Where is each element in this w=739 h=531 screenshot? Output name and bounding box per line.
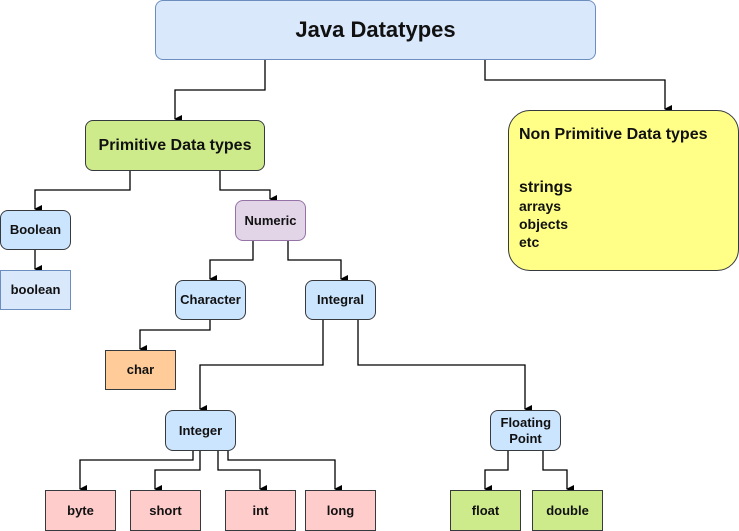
character-category-node: Character	[175, 280, 246, 320]
primitive-data-types-label: Primitive Data types	[98, 136, 252, 154]
byte-type-label: byte	[67, 502, 94, 518]
integer-category-node: Integer	[165, 410, 236, 451]
int-type-node: int	[225, 490, 296, 531]
integral-node: Integral	[305, 280, 376, 320]
non-primitive-title: Non Primitive Data types	[519, 126, 708, 143]
float-type-label: float	[471, 502, 500, 518]
long-type-label: long	[326, 502, 355, 518]
short-type-node: short	[130, 490, 201, 531]
character-category-label: Character	[180, 292, 241, 308]
edge-numeric-integral	[287, 241, 348, 283]
edge-floating-double	[542, 451, 574, 493]
edge-integral-integer	[199, 320, 324, 413]
non-primitive-data-types-node: Non Primitive Data types strings arrays …	[508, 110, 739, 271]
char-type-node: char	[105, 350, 176, 390]
edge-floating-float	[484, 451, 509, 493]
floating-point-label: Floating Point	[500, 414, 552, 446]
primitive-data-types-node: Primitive Data types	[85, 120, 265, 171]
edge-primitive-boolean	[34, 171, 131, 213]
edge-integer-int	[217, 451, 267, 493]
double-type-node: double	[532, 490, 603, 531]
boolean-category-label: Boolean	[9, 222, 62, 238]
non-primitive-item: strings	[519, 179, 573, 197]
edge-root-primitive	[174, 60, 266, 123]
java-datatypes-node: Java Datatypes	[155, 0, 596, 60]
boolean-type-label: boolean	[10, 282, 61, 298]
short-type-label: short	[149, 502, 182, 518]
integral-label: Integral	[317, 292, 364, 308]
floating-point-node: Floating Point	[490, 410, 561, 451]
numeric-label: Numeric	[244, 212, 297, 228]
float-type-node: float	[450, 490, 521, 531]
byte-type-node: byte	[45, 490, 116, 531]
non-primitive-item: objects	[519, 216, 569, 233]
char-type-label: char	[126, 362, 155, 378]
non-primitive-item: etc	[519, 233, 540, 250]
edge-numeric-character	[209, 241, 254, 283]
double-type-label: double	[546, 502, 589, 518]
boolean-category-node: Boolean	[0, 210, 71, 250]
edge-character-char	[139, 320, 211, 353]
boolean-type-node: boolean	[0, 270, 71, 310]
java-datatypes-label: Java Datatypes	[295, 16, 456, 42]
edge-integral-floating	[357, 320, 532, 413]
non-primitive-item: arrays	[519, 198, 562, 215]
int-type-label: int	[252, 502, 269, 518]
long-type-node: long	[305, 490, 376, 531]
numeric-node: Numeric	[235, 200, 306, 241]
edge-root-nonprimitive	[484, 60, 672, 113]
integer-category-label: Integer	[178, 422, 223, 438]
edge-primitive-numeric	[219, 171, 277, 203]
